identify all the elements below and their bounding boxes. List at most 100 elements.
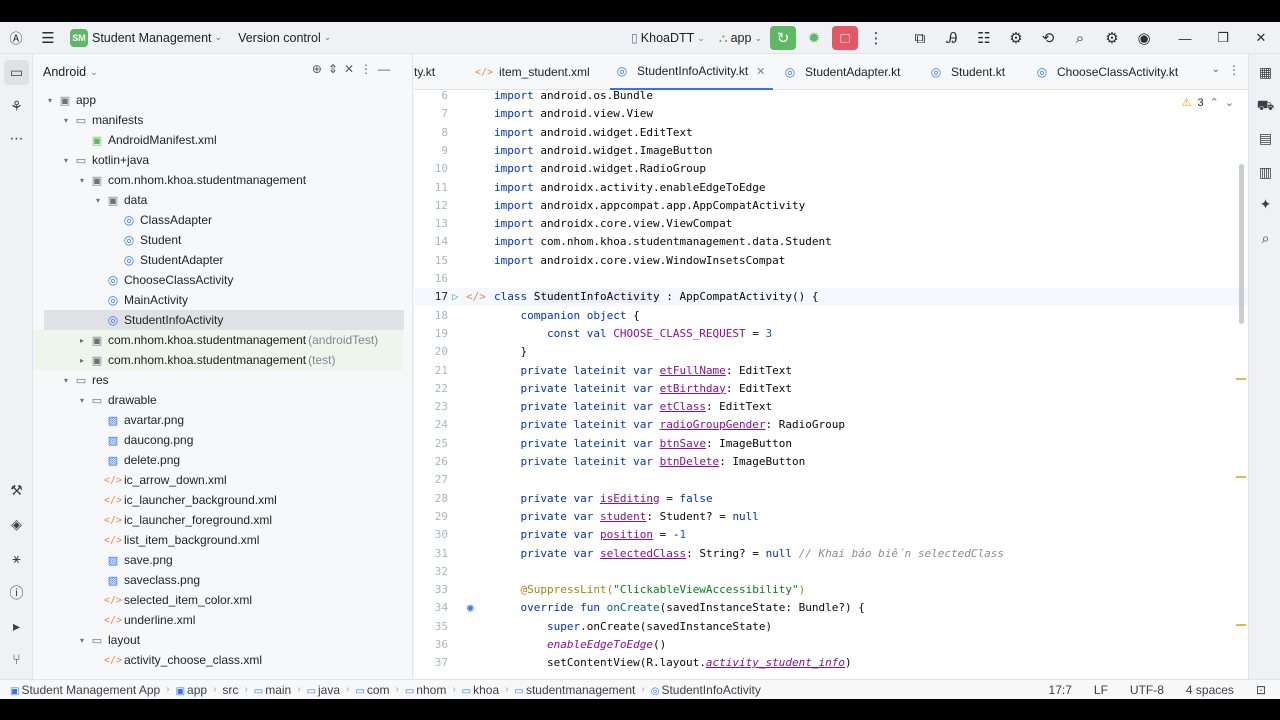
breadcrumb-item[interactable]: ▭ java [307, 683, 340, 697]
line-number[interactable]: 16 [414, 270, 448, 288]
caret-position[interactable]: 17:7 [1049, 683, 1072, 697]
editor-tab[interactable]: </> item_student.xml [472, 54, 598, 90]
close-tab-icon[interactable]: ✕ [756, 65, 765, 78]
code-line[interactable]: 29 private var student: Student? = null [414, 508, 1248, 526]
tree-item[interactable]: ▨ saveclass.png [33, 570, 403, 590]
translate-icon[interactable]: Ꭿ [938, 24, 966, 52]
debug-button[interactable]: ✹ [800, 24, 828, 52]
line-number[interactable]: 32 [414, 563, 448, 581]
tree-item[interactable]: ◎ MainActivity [33, 290, 403, 310]
device-explorer-icon[interactable]: ▤ [1253, 126, 1278, 151]
expand-arrow-icon[interactable]: ▾ [43, 96, 57, 105]
line-number[interactable]: 36 [414, 636, 448, 654]
build-icon[interactable]: ⚒ [4, 478, 29, 503]
search-icon[interactable]: ⌕ [1066, 24, 1094, 52]
code-line[interactable]: 19 const val CHOOSE_CLASS_REQUEST = 3 [414, 325, 1248, 343]
android-studio-logo-icon[interactable]: Ⓐ [0, 22, 32, 54]
tree-item[interactable]: ◎ Student [33, 230, 403, 250]
line-number[interactable]: 26 [414, 453, 448, 471]
line-number[interactable]: 8 [414, 124, 448, 142]
code-search-icon[interactable]: ⌕ [1253, 226, 1278, 251]
tabs-dropdown-icon[interactable]: ⌄ [1212, 64, 1220, 75]
code-area[interactable]: ⚠ 3 ⌃ ⌄ 6 import android.os.Bundle 7 import… [414, 90, 1248, 679]
code-line[interactable]: 30 private var position = -1 [414, 526, 1248, 544]
more-tools-icon[interactable]: ⋯ [4, 126, 29, 151]
line-number[interactable]: 17 [414, 288, 448, 306]
layout-inspector-icon[interactable]: ☷ [970, 24, 998, 52]
code-line[interactable]: 16 [414, 270, 1248, 288]
tree-item[interactable]: ▾ ▣ app [33, 90, 403, 110]
tree-item[interactable]: ◎ ChooseClassActivity [33, 270, 403, 290]
breadcrumb-item[interactable]: src [222, 683, 238, 697]
line-number[interactable]: 19 [414, 325, 448, 343]
tree-item[interactable]: ▾ ▭ manifests [33, 110, 403, 130]
expand-arrow-icon[interactable]: ▾ [91, 196, 105, 205]
problems-icon[interactable]: ⓘ [4, 580, 29, 605]
editor-tab[interactable]: ty.kt [414, 54, 443, 90]
gemini-icon[interactable]: ✦ [1253, 192, 1278, 217]
tree-item[interactable]: ◎ StudentAdapter [33, 250, 403, 270]
code-line[interactable]: 28 private var isEditing = false [414, 490, 1248, 508]
line-number[interactable]: 35 [414, 618, 448, 636]
tree-item[interactable]: ▸ ▣ com.nhom.khoa.studentmanagement (test) [33, 350, 403, 370]
lock-icon[interactable]: ⊡ [1256, 683, 1266, 697]
options-icon[interactable]: ⋮ [360, 62, 372, 76]
locate-icon[interactable]: ⊕ [312, 62, 322, 76]
tree-item[interactable]: </> selected_item_color.xml [33, 590, 403, 610]
line-number[interactable]: 23 [414, 398, 448, 416]
layout-gutter-icon[interactable]: </> [466, 288, 486, 306]
gradle-icon[interactable]: ⛟ [1253, 94, 1278, 119]
line-number[interactable]: 20 [414, 343, 448, 361]
tree-item[interactable]: </> ic_launcher_background.xml [33, 490, 403, 510]
vcs-selector[interactable]: Version control ⌄ [238, 31, 331, 45]
resource-manager-icon[interactable]: ⚘ [4, 94, 29, 119]
tree-item[interactable]: ▣ AndroidManifest.xml [33, 130, 403, 150]
code-line[interactable]: 18 companion object { [414, 307, 1248, 325]
line-number[interactable]: 28 [414, 490, 448, 508]
code-line[interactable]: 27 [414, 471, 1248, 489]
code-line[interactable]: 13 import androidx.core.view.ViewCompat [414, 215, 1248, 233]
line-number[interactable]: 9 [414, 142, 448, 160]
project-view-selector[interactable]: Android ⌄ [43, 65, 98, 79]
expand-arrow-icon[interactable]: ▾ [59, 156, 73, 165]
tree-item[interactable]: ▨ daucong.png [33, 430, 403, 450]
settings-gear-icon[interactable]: ⚙ [1098, 24, 1126, 52]
expand-arrow-icon[interactable]: ▾ [75, 396, 89, 405]
code-line[interactable]: 15 import androidx.core.view.WindowInsets… [414, 252, 1248, 270]
run-config-selector[interactable]: ⛬ app ⌄ [719, 31, 762, 46]
tree-item[interactable]: </> underline.xml [33, 610, 403, 630]
line-separator[interactable]: LF [1094, 683, 1108, 697]
breadcrumb-item[interactable]: ▭ studentmanagement [515, 683, 636, 697]
code-line[interactable]: 36 enableEdgeToEdge() [414, 636, 1248, 654]
tree-item[interactable]: </> activity_choose_class.xml [33, 650, 403, 670]
indent-setting[interactable]: 4 spaces [1186, 683, 1234, 697]
code-line[interactable]: 23 private lateinit var etClass: EditTex… [414, 398, 1248, 416]
editor-tab[interactable]: ◎ StudentAdapter.kt [778, 54, 908, 90]
line-number[interactable]: 22 [414, 380, 448, 398]
editor-tab[interactable]: ◎ ChooseClassActivity.kt [1030, 54, 1186, 90]
line-number[interactable]: 10 [414, 160, 448, 178]
warning-marker[interactable] [1236, 624, 1246, 626]
tree-item[interactable]: ◎ ClassAdapter [33, 210, 403, 230]
breadcrumb-item[interactable]: ▭ main [254, 683, 291, 697]
code-line[interactable]: 17 ▷ </> class StudentInfoActivity : AppCom… [414, 288, 1248, 307]
tree-item[interactable]: ▨ avartar.png [33, 410, 403, 430]
code-line[interactable]: 8 import android.widget.EditText [414, 124, 1248, 142]
tree-item[interactable]: ▾ ▭ res [33, 370, 403, 390]
file-encoding[interactable]: UTF-8 [1130, 683, 1164, 697]
code-line[interactable]: 9 import android.widget.ImageButton [414, 142, 1248, 160]
breadcrumb-item[interactable]: ▣ Student Management App [10, 683, 160, 697]
device-manager-icon[interactable]: ⧉ [906, 24, 934, 52]
code-line[interactable]: 6 import android.os.Bundle [414, 90, 1248, 105]
expand-arrow-icon[interactable]: ▾ [59, 376, 73, 385]
code-line[interactable]: 25 private lateinit var btnSave: ImageBu… [414, 435, 1248, 453]
tree-item[interactable]: ▾ ▭ layout [33, 630, 403, 650]
code-line[interactable]: 31 private var selectedClass: String? = … [414, 545, 1248, 563]
tree-item[interactable]: ▾ ▭ drawable [33, 390, 403, 410]
tree-item[interactable]: ▾ ▣ data [33, 190, 403, 210]
line-number[interactable]: 24 [414, 416, 448, 434]
notifications-icon[interactable]: ▦ [1253, 60, 1278, 85]
tree-item[interactable]: ▨ save.png [33, 550, 403, 570]
line-number[interactable]: 21 [414, 362, 448, 380]
code-line[interactable]: 7 import android.view.View [414, 105, 1248, 123]
